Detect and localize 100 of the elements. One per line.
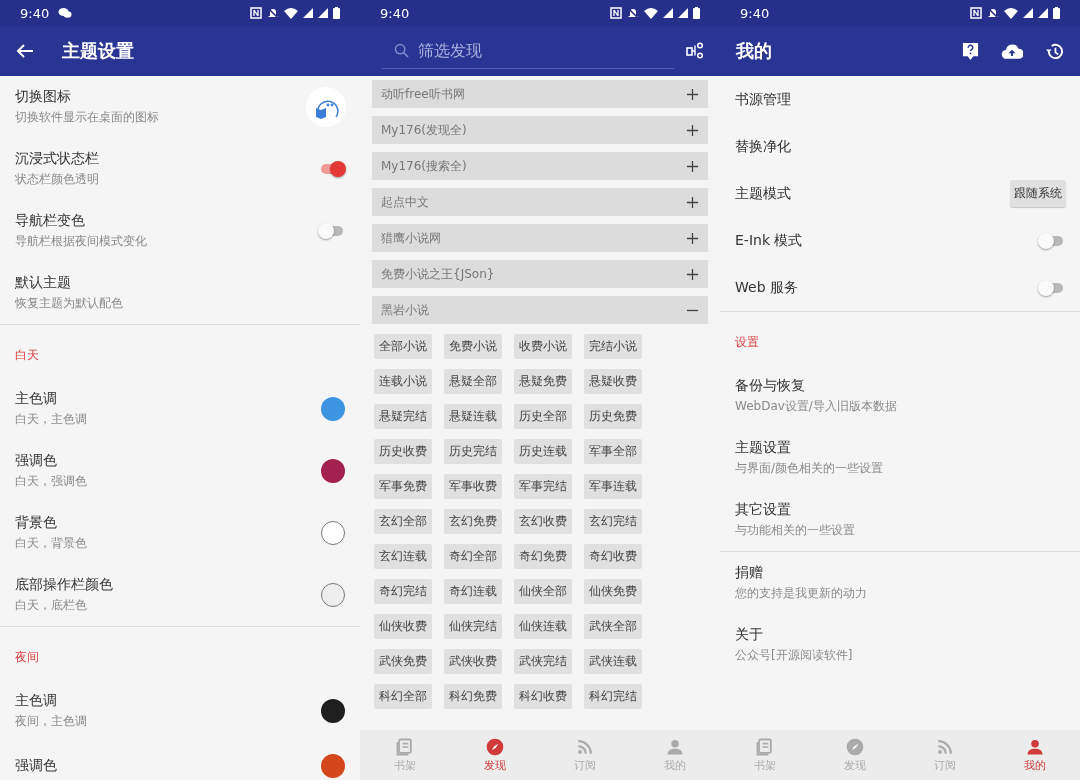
setting-title[interactable]: 主色调 [15, 390, 57, 408]
source-name: 黑岩小说 [381, 301, 429, 319]
category-chip[interactable]: 军事免费 [374, 474, 432, 499]
expand-icon[interactable] [686, 87, 699, 101]
expand-icon[interactable] [686, 159, 699, 173]
expand-icon[interactable] [686, 231, 699, 245]
category-chip[interactable]: 科幻免费 [444, 684, 502, 709]
category-chip[interactable]: 仙侠全部 [514, 579, 572, 604]
source-header[interactable]: 动听free听书网 [372, 80, 708, 108]
setting-title[interactable]: 其它设置 [735, 501, 791, 519]
category-chip[interactable]: 玄幻完结 [584, 509, 642, 534]
category-chip[interactable]: 历史收费 [374, 439, 432, 464]
battery-icon [1053, 7, 1060, 19]
setting-title[interactable]: 默认主题 [15, 274, 71, 292]
category-chip[interactable]: 武侠连载 [584, 649, 642, 674]
setting-title[interactable]: 主题设置 [735, 439, 791, 457]
setting-title[interactable]: 强调色 [15, 452, 57, 470]
setting-title[interactable]: 底部操作栏颜色 [15, 576, 113, 594]
setting-title[interactable]: 替换净化 [735, 137, 791, 156]
category-chip[interactable]: 仙侠连载 [514, 614, 572, 639]
history-icon[interactable] [1045, 41, 1064, 61]
category-chip[interactable]: 悬疑完结 [374, 404, 432, 429]
search-bar[interactable]: 筛选发现 [382, 33, 674, 69]
app-logo-icon[interactable] [306, 87, 346, 127]
setting-title[interactable]: 导航栏变色 [15, 212, 85, 230]
category-chip[interactable]: 悬疑全部 [444, 369, 502, 394]
category-chip[interactable]: 军事连载 [584, 474, 642, 499]
category-chip[interactable]: 科幻全部 [374, 684, 432, 709]
bookshelf-icon [755, 737, 775, 757]
color-swatch[interactable] [321, 583, 345, 607]
category-chip[interactable]: 武侠完结 [514, 649, 572, 674]
cloud-upload-icon[interactable] [1001, 43, 1023, 59]
setting-title[interactable]: 备份与恢复 [735, 377, 805, 395]
category-chip[interactable]: 军事完结 [514, 474, 572, 499]
section-header: 夜间 [14, 649, 40, 666]
color-swatch[interactable] [321, 699, 345, 723]
category-chip[interactable]: 奇幻收费 [584, 544, 642, 569]
category-chip[interactable]: 仙侠免费 [584, 579, 642, 604]
color-swatch[interactable] [321, 459, 345, 483]
help-icon[interactable] [962, 41, 979, 61]
setting-title[interactable]: 沉浸式状态栏 [15, 150, 99, 168]
category-chip[interactable]: 军事收费 [444, 474, 502, 499]
category-chip[interactable]: 奇幻完结 [374, 579, 432, 604]
compass-icon [485, 737, 505, 757]
setting-description: 白天，主色调 [15, 411, 87, 428]
category-chip[interactable]: 历史连载 [514, 439, 572, 464]
category-chip[interactable]: 悬疑收费 [584, 369, 642, 394]
category-chip[interactable]: 武侠全部 [584, 614, 642, 639]
setting-title[interactable]: 主色调 [15, 692, 57, 710]
category-chip[interactable]: 历史免费 [584, 404, 642, 429]
expand-icon[interactable] [686, 195, 699, 209]
mode-button[interactable]: 跟随系统 [1010, 180, 1066, 207]
setting-title[interactable]: 背景色 [15, 514, 57, 532]
category-chip[interactable]: 全部小说 [374, 334, 432, 359]
setting-title[interactable]: 切换图标 [15, 88, 71, 106]
category-chip[interactable]: 玄幻免费 [444, 509, 502, 534]
search-icon [394, 43, 409, 58]
category-chip[interactable]: 科幻收费 [514, 684, 572, 709]
category-chip[interactable]: 悬疑免费 [514, 369, 572, 394]
category-chip[interactable]: 悬疑连载 [444, 404, 502, 429]
category-chip[interactable]: 玄幻连载 [374, 544, 432, 569]
search-field[interactable]: 筛选发现 [418, 38, 674, 63]
setting-title[interactable]: Web 服务 [735, 278, 798, 297]
setting-description: 公众号[开源阅读软件] [735, 647, 853, 664]
expand-icon[interactable] [686, 267, 699, 281]
setting-title[interactable]: 关于 [735, 626, 763, 644]
chat-icon [58, 7, 73, 19]
category-chip[interactable]: 奇幻全部 [444, 544, 502, 569]
category-chip[interactable]: 连载小说 [374, 369, 432, 394]
hierarchy-icon[interactable] [686, 42, 704, 60]
color-swatch[interactable] [321, 521, 345, 545]
category-chip[interactable]: 武侠免费 [374, 649, 432, 674]
category-chip[interactable]: 仙侠完结 [444, 614, 502, 639]
category-chip[interactable]: 武侠收费 [444, 649, 502, 674]
category-chip[interactable]: 军事全部 [584, 439, 642, 464]
source-header[interactable]: 起点中文 [372, 188, 708, 216]
category-chip[interactable]: 玄幻全部 [374, 509, 432, 534]
setting-title[interactable]: 主题模式 [735, 184, 791, 203]
setting-description: WebDav设置/导入旧版本数据 [735, 398, 897, 415]
setting-title[interactable]: 捐赠 [735, 564, 763, 582]
setting-title[interactable]: 书源管理 [735, 90, 791, 109]
category-chip[interactable]: 完结小说 [584, 334, 642, 359]
section-header: 白天 [14, 347, 40, 364]
color-swatch[interactable] [321, 753, 345, 778]
color-swatch[interactable] [321, 397, 345, 421]
nav-tab[interactable]: 发现 [450, 730, 540, 780]
back-arrow-icon[interactable] [16, 42, 34, 60]
category-chip[interactable]: 奇幻免费 [514, 544, 572, 569]
setting-title[interactable]: E-Ink 模式 [735, 231, 803, 250]
setting-title[interactable]: 强调色 [15, 756, 57, 775]
category-chip[interactable]: 奇幻连载 [444, 579, 502, 604]
category-chip[interactable]: 历史全部 [514, 404, 572, 429]
category-chip[interactable]: 仙侠收费 [374, 614, 432, 639]
category-chip[interactable]: 历史完结 [444, 439, 502, 464]
expand-icon[interactable] [686, 123, 699, 137]
category-chip[interactable]: 科幻完结 [584, 684, 642, 709]
nav-tab[interactable]: 我的 [990, 730, 1080, 780]
category-chip[interactable]: 玄幻收费 [514, 509, 572, 534]
category-chip[interactable]: 免费小说 [444, 334, 502, 359]
category-chip[interactable]: 收费小说 [514, 334, 572, 359]
